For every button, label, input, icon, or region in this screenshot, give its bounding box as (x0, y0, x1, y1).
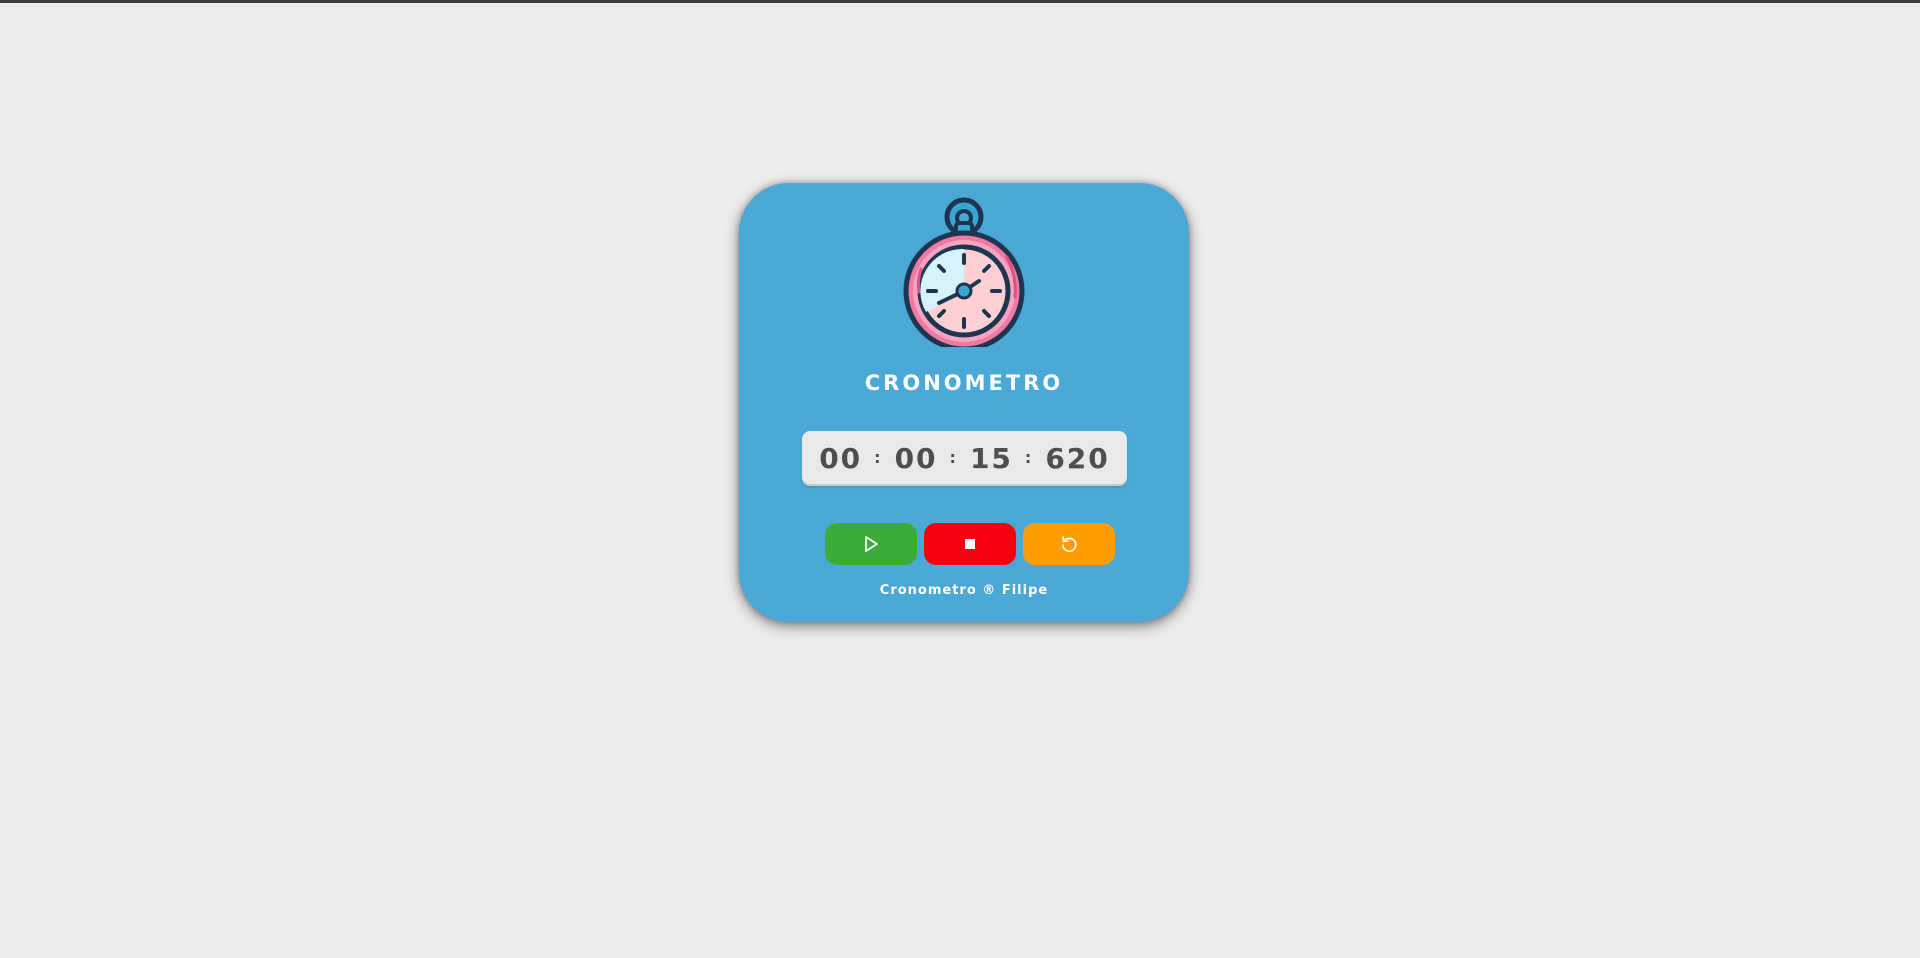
reset-icon (1062, 536, 1077, 553)
top-bar (0, 0, 1920, 3)
reset-button[interactable] (1023, 523, 1115, 565)
stop-button[interactable] (924, 523, 1016, 565)
start-button[interactable] (825, 523, 917, 565)
app-title: CRONOMETRO (864, 371, 1064, 395)
stop-icon (965, 539, 975, 549)
timer-separator: : (874, 448, 883, 467)
stopwatch-icon (903, 197, 1025, 347)
timer-milliseconds: 620 (1045, 442, 1110, 475)
timer-hours: 00 (819, 442, 863, 475)
play-icon (865, 536, 878, 552)
timer-seconds: 15 (969, 442, 1013, 475)
control-buttons (825, 523, 1115, 565)
timer-separator: : (1024, 448, 1034, 467)
footer-credit: Cronometro ® Filipe (879, 583, 1049, 598)
timer-minutes: 00 (894, 442, 938, 475)
stopwatch-card: CRONOMETRO 00 : 00 : 15 : 620 Cronometro… (739, 183, 1189, 622)
timer-separator: : (949, 448, 958, 467)
timer-display: 00 : 00 : 15 : 620 (802, 431, 1127, 486)
